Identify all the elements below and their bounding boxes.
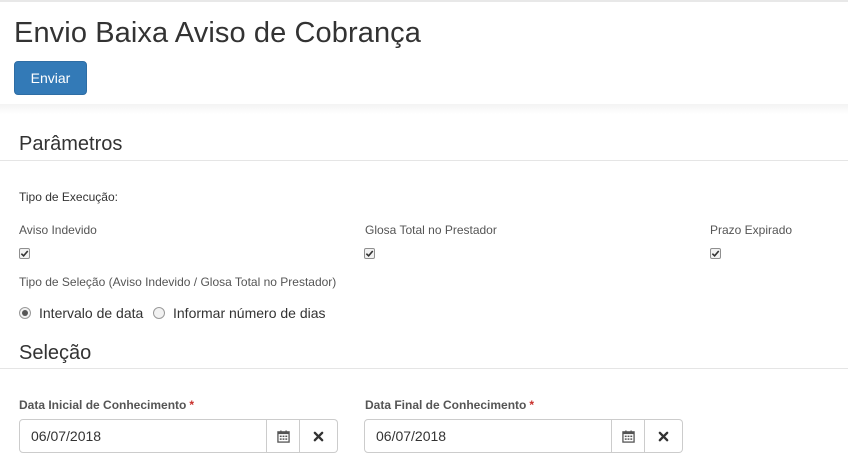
required-mark: * xyxy=(189,398,195,412)
data-inicial-input-group xyxy=(19,419,338,453)
clear-date-button[interactable] xyxy=(300,419,338,453)
data-final-input[interactable] xyxy=(364,419,612,453)
top-border xyxy=(0,0,848,2)
aviso-indevido-checkbox[interactable] xyxy=(19,248,30,259)
option-aviso-indevido-label: Aviso Indevido xyxy=(19,223,97,237)
data-final-label-text: Data Final de Conhecimento xyxy=(365,398,527,412)
data-final-label: Data Final de Conhecimento * xyxy=(365,398,534,412)
page-title: Envio Baixa Aviso de Cobrança xyxy=(14,17,422,49)
prazo-expirado-checkbox[interactable] xyxy=(710,248,721,259)
glosa-total-checkbox[interactable] xyxy=(364,248,375,259)
radio-button[interactable] xyxy=(153,307,165,319)
check-icon xyxy=(365,250,374,258)
radio-intervalo-data-label: Intervalo de data xyxy=(39,305,144,321)
check-icon xyxy=(711,250,720,258)
radio-intervalo-data[interactable]: Intervalo de data xyxy=(19,305,143,321)
radio-button-selected[interactable] xyxy=(19,307,31,319)
radio-numero-dias-label: Informar número de dias xyxy=(173,305,326,321)
tipo-selecao-label: Tipo de Seleção (Aviso Indevido / Glosa … xyxy=(19,275,337,289)
calendar-button[interactable] xyxy=(612,419,645,453)
option-prazo-expirado-label: Prazo Expirado xyxy=(710,223,793,237)
check-icon xyxy=(20,250,29,258)
tipo-execucao-label: Tipo de Execução: xyxy=(19,190,118,204)
radio-numero-dias[interactable]: Informar número de dias xyxy=(153,305,326,321)
clear-date-button[interactable] xyxy=(645,419,683,453)
calendar-icon xyxy=(621,429,635,443)
section-divider xyxy=(0,368,848,369)
data-inicial-label: Data Inicial de Conhecimento * xyxy=(19,398,194,412)
calendar-button[interactable] xyxy=(267,419,300,453)
required-mark: * xyxy=(529,398,535,412)
section-title-parametros: Parâmetros xyxy=(19,133,123,155)
send-button[interactable]: Enviar xyxy=(14,61,87,95)
data-final-input-group xyxy=(364,419,683,453)
calendar-icon xyxy=(276,429,290,443)
section-divider xyxy=(0,160,848,161)
data-inicial-label-text: Data Inicial de Conhecimento xyxy=(19,398,187,412)
section-title-selecao: Seleção xyxy=(19,342,92,364)
header-divider xyxy=(0,104,848,114)
close-icon xyxy=(313,431,324,441)
option-glosa-total-label: Glosa Total no Prestador xyxy=(365,223,497,237)
close-icon xyxy=(658,431,669,441)
data-inicial-input[interactable] xyxy=(19,419,267,453)
